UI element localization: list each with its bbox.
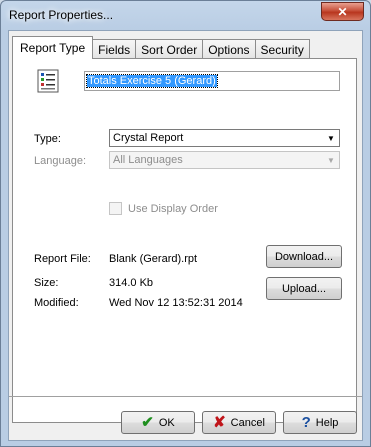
report-name-input[interactable]: Totals Exercise 5 (Gerard)	[84, 71, 340, 91]
footer-separator	[9, 396, 362, 397]
divider	[34, 229, 341, 230]
cancel-x-icon: ✘	[213, 414, 226, 431]
chevron-down-icon: ▼	[327, 133, 335, 143]
use-display-order-row: Use Display Order	[109, 202, 218, 215]
modified-value: Wed Nov 12 13:52:31 2014	[109, 297, 243, 309]
language-select: All Languages ▼	[109, 151, 340, 169]
report-file-label: Report File:	[34, 253, 91, 265]
tab-label: Report Type	[20, 41, 86, 55]
report-type-panel: Totals Exercise 5 (Gerard) Type: Crystal…	[12, 58, 357, 423]
tab-label: Fields	[98, 42, 131, 57]
tab-label: Options	[208, 42, 250, 57]
help-question-icon: ?	[301, 414, 311, 431]
use-display-order-label: Use Display Order	[128, 202, 218, 215]
tab-security[interactable]: Security	[254, 39, 310, 59]
tab-report-type[interactable]: Report Type	[12, 36, 94, 59]
download-button[interactable]: Download...	[266, 245, 342, 268]
cancel-button-label: Cancel	[230, 416, 265, 429]
close-button[interactable]: ✕	[321, 2, 364, 21]
type-select[interactable]: Crystal Report ▼	[109, 129, 340, 147]
tab-options[interactable]: Options	[202, 39, 256, 59]
dialog-client: Report Type Fields Sort Order Options Se…	[8, 30, 363, 441]
size-value: 314.0 Kb	[109, 277, 154, 289]
report-properties-window: Report Properties... ✕ Report Type Field…	[0, 0, 371, 447]
report-file-value: Blank (Gerard).rpt	[109, 253, 198, 265]
title-bar[interactable]: Report Properties... ✕	[1, 1, 370, 31]
tab-label: Security	[260, 42, 304, 57]
modified-label: Modified:	[34, 297, 79, 309]
size-label: Size:	[34, 277, 59, 289]
help-button[interactable]: ? Help	[283, 411, 357, 434]
tab-label: Sort Order	[141, 42, 198, 57]
tab-fields[interactable]: Fields	[92, 39, 137, 59]
ok-button-label: OK	[158, 416, 175, 429]
report-icon	[37, 69, 59, 93]
upload-button-label: Upload...	[281, 282, 327, 295]
tab-strip: Report Type Fields Sort Order Options Se…	[12, 36, 310, 59]
ok-button[interactable]: ✔ OK	[121, 411, 195, 434]
tab-sort-order[interactable]: Sort Order	[135, 39, 204, 59]
upload-button[interactable]: Upload...	[266, 277, 342, 300]
download-button-label: Download...	[274, 250, 334, 263]
type-label: Type:	[34, 133, 61, 145]
window-title: Report Properties...	[9, 8, 114, 22]
type-select-value: Crystal Report	[113, 132, 184, 144]
chevron-down-icon: ▼	[327, 155, 335, 165]
use-display-order-checkbox	[109, 202, 122, 215]
close-icon: ✕	[337, 4, 348, 19]
divider	[34, 105, 341, 106]
report-name-text: Totals Exercise 5 (Gerard)	[86, 74, 218, 88]
cancel-button[interactable]: ✘ Cancel	[202, 411, 276, 434]
language-select-value: All Languages	[113, 154, 183, 166]
help-button-label: Help	[315, 416, 339, 429]
checkmark-icon: ✔	[141, 414, 154, 431]
language-label: Language:	[34, 155, 86, 167]
